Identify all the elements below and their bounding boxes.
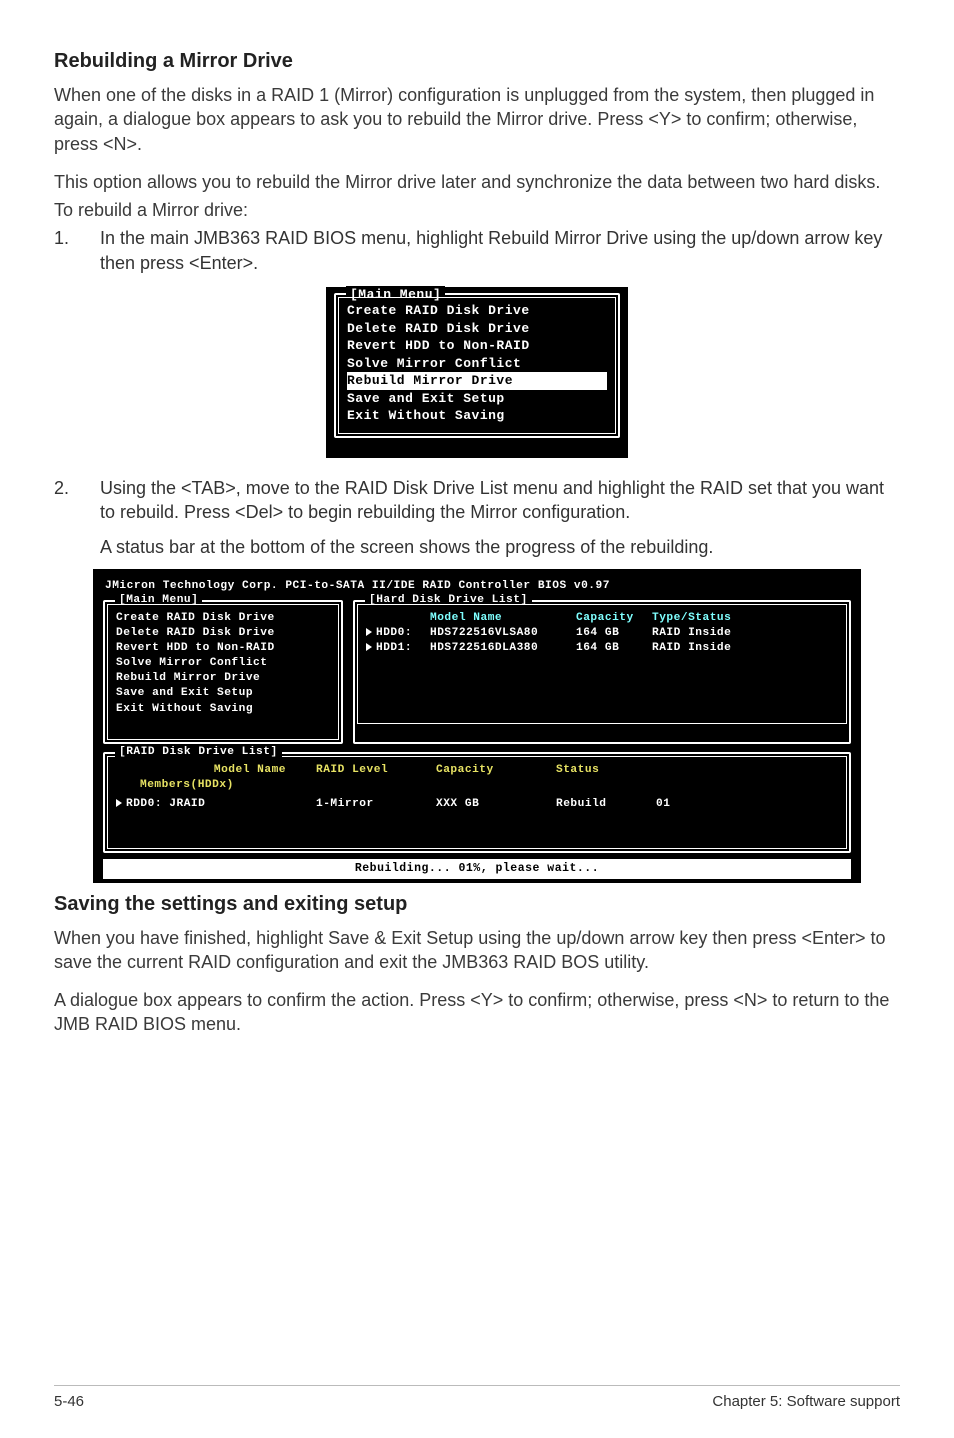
hdd-row: HDD1:HDS722516DLA380164 GBRAID Inside — [366, 641, 838, 656]
page-number: 5-46 — [54, 1392, 84, 1412]
step-number: 2. — [54, 476, 74, 559]
raid-row-level: 1-Mirror — [316, 797, 436, 812]
bios-raid-screen: JMicron Technology Corp. PCI-to-SATA II/… — [93, 569, 861, 883]
bios-title: JMicron Technology Corp. PCI-to-SATA II/… — [105, 579, 849, 594]
section-heading-rebuild: Rebuilding a Mirror Drive — [54, 48, 900, 75]
raid-row-members: 01 — [656, 797, 716, 812]
bios-menu-item: Delete RAID Disk Drive — [116, 626, 330, 641]
step-1: 1. In the main JMB363 RAID BIOS menu, hi… — [54, 226, 900, 275]
hdd-row: HDD0:HDS722516VLSA80164 GBRAID Inside — [366, 626, 838, 641]
page-footer: 5-46 Chapter 5: Software support — [54, 1385, 900, 1412]
raid-h-model: Model Name — [116, 763, 316, 778]
raid-members-label: Members(HDDx) — [116, 778, 838, 793]
step-text: Using the <TAB>, move to the RAID Disk D… — [100, 476, 900, 525]
raid-h-status: Status — [556, 763, 656, 778]
bios-menu-item: Solve Mirror Conflict — [347, 355, 607, 373]
bios-menu-item: Revert HDD to Non-RAID — [347, 337, 607, 355]
bios-menu-item: Delete RAID Disk Drive — [347, 320, 607, 338]
step-text: In the main JMB363 RAID BIOS menu, highl… — [100, 226, 900, 275]
bios-menu-item: Rebuild Mirror Drive — [347, 372, 607, 390]
bios-menu-item: Exit Without Saving — [116, 702, 330, 717]
bios-menu-item: Create RAID Disk Drive — [347, 302, 607, 320]
paragraph: This option allows you to rebuild the Mi… — [54, 170, 900, 194]
paragraph: To rebuild a Mirror drive: — [54, 198, 900, 222]
raid-h-capacity: Capacity — [436, 763, 556, 778]
paragraph: When you have finished, highlight Save &… — [54, 926, 900, 975]
step-number: 1. — [54, 226, 74, 275]
bios-status-bar: Rebuilding... 01%, please wait... — [103, 859, 851, 879]
bios-menu-item: Rebuild Mirror Drive — [116, 671, 330, 686]
bios-main-menu-screenshot: [Main Menu] Create RAID Disk DriveDelete… — [326, 287, 628, 458]
section-heading-saving: Saving the settings and exiting setup — [54, 891, 900, 918]
bios-menu-item: Solve Mirror Conflict — [116, 656, 330, 671]
raid-row-model: RDD0: JRAID — [116, 797, 316, 812]
raid-row-capacity: XXX GB — [436, 797, 556, 812]
paragraph: A dialogue box appears to confirm the ac… — [54, 988, 900, 1037]
bios-menu-item: Save and Exit Setup — [347, 390, 607, 408]
bios-raid-legend: [RAID Disk Drive List] — [115, 745, 282, 760]
raid-h-level: RAID Level — [316, 763, 436, 778]
bios-menu-item: Exit Without Saving — [347, 407, 607, 425]
triangle-icon — [116, 799, 122, 807]
hdd-header-model: Model Name — [430, 611, 570, 626]
bios-menu-item: Revert HDD to Non-RAID — [116, 641, 330, 656]
raid-row-status: Rebuild — [556, 797, 656, 812]
step-subtext: A status bar at the bottom of the screen… — [100, 535, 900, 559]
bios-menu-item: Save and Exit Setup — [116, 686, 330, 701]
step-2: 2. Using the <TAB>, move to the RAID Dis… — [54, 476, 900, 559]
chapter-label: Chapter 5: Software support — [712, 1392, 900, 1412]
hdd-header-type: Type/Status — [652, 611, 838, 626]
bios-menu-item: Create RAID Disk Drive — [116, 611, 330, 626]
hdd-header-capacity: Capacity — [576, 611, 646, 626]
paragraph: When one of the disks in a RAID 1 (Mirro… — [54, 83, 900, 156]
